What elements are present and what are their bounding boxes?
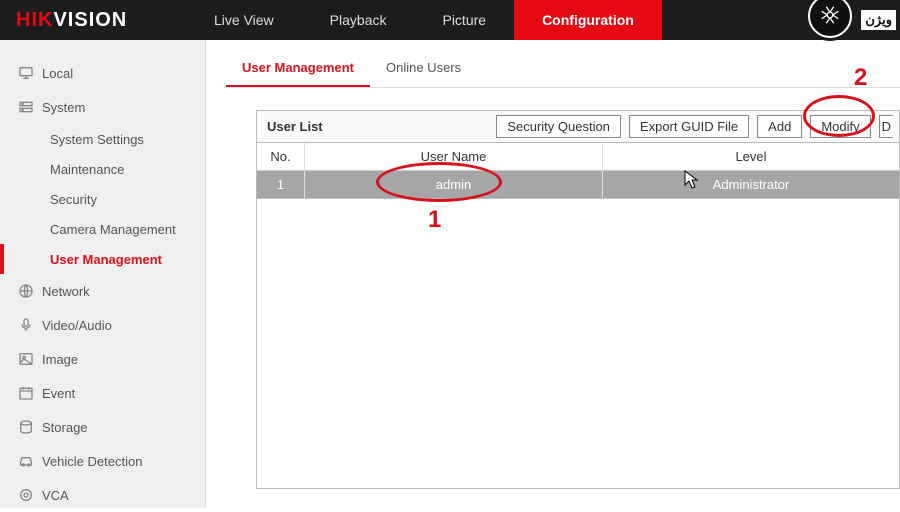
image-icon	[18, 351, 42, 367]
storage-icon	[18, 419, 42, 435]
sidebar-item-label: Image	[42, 352, 78, 367]
user-list-header: User List Security Question Export GUID …	[256, 110, 900, 143]
sidebar-item-label: Event	[42, 386, 75, 401]
sidebar-item-label: VCA	[42, 488, 69, 503]
sidebar-item-label: Local	[42, 66, 73, 81]
subtabs: User Management Online Users	[226, 52, 900, 88]
sidebar-item-vehicle-detection[interactable]: Vehicle Detection	[0, 444, 205, 478]
sidebar-sub-security[interactable]: Security	[0, 184, 205, 214]
sidebar-item-storage[interactable]: Storage	[0, 410, 205, 444]
top-nav-bar: HIKVISION Live View Playback Picture Con…	[0, 0, 900, 40]
system-icon	[18, 99, 42, 115]
col-no[interactable]: No.	[257, 143, 305, 171]
table-header-row: No. User Name Level	[257, 143, 900, 171]
sidebar-item-label: Network	[42, 284, 90, 299]
active-indicator	[0, 244, 4, 274]
sidebar-item-event[interactable]: Event	[0, 376, 205, 410]
cell-username: admin	[305, 171, 603, 199]
sidebar-item-label: Video/Audio	[42, 318, 112, 333]
cell-level: Administrator	[603, 171, 900, 199]
sidebar-item-system[interactable]: System	[0, 90, 205, 124]
sidebar: Local System System Settings Maintenance…	[0, 40, 206, 508]
delete-button-partial[interactable]: D	[879, 115, 893, 138]
table-row[interactable]: 1 admin Administrator	[257, 171, 900, 199]
panel-button-row: Security Question Export GUID File Add M…	[496, 115, 893, 138]
brand-part-hik: HIK	[16, 9, 53, 31]
brand-logo: HIKVISION	[0, 9, 186, 32]
nav-items: Live View Playback Picture Configuration	[186, 0, 662, 40]
calendar-icon	[18, 385, 42, 401]
panel-title: User List	[267, 119, 323, 134]
sidebar-sub-camera-management[interactable]: Camera Management	[0, 214, 205, 244]
vca-icon	[18, 487, 42, 503]
security-question-button[interactable]: Security Question	[496, 115, 621, 138]
sidebar-item-image[interactable]: Image	[0, 342, 205, 376]
nav-picture[interactable]: Picture	[414, 0, 514, 40]
sidebar-sub-maintenance[interactable]: Maintenance	[0, 154, 205, 184]
col-username[interactable]: User Name	[305, 143, 603, 171]
sidebar-item-network[interactable]: Network	[0, 274, 205, 308]
brand-part-vision: VISION	[53, 9, 127, 31]
monitor-icon	[18, 65, 42, 81]
content-area: User Management Online Users User List S…	[206, 40, 900, 508]
nav-live-view[interactable]: Live View	[186, 0, 302, 40]
sidebar-item-label: Security	[50, 192, 97, 207]
sidebar-item-label: System	[42, 100, 85, 115]
sidebar-item-label: User Management	[50, 252, 162, 267]
sidebar-item-label: Camera Management	[50, 222, 176, 237]
modify-button[interactable]: Modify	[810, 115, 870, 138]
sidebar-sub-user-management[interactable]: User Management	[0, 244, 205, 274]
sidebar-item-label: Storage	[42, 420, 88, 435]
export-guid-button[interactable]: Export GUID File	[629, 115, 749, 138]
brand-badge	[808, 0, 852, 38]
table-empty-area	[256, 199, 900, 489]
sidebar-item-label: System Settings	[50, 132, 144, 147]
add-button[interactable]: Add	[757, 115, 802, 138]
spider-icon	[819, 4, 841, 29]
sidebar-item-label: Vehicle Detection	[42, 454, 142, 469]
nav-configuration[interactable]: Configuration	[514, 0, 662, 40]
sidebar-item-label: Maintenance	[50, 162, 124, 177]
sidebar-item-vca[interactable]: VCA	[0, 478, 205, 512]
mic-icon	[18, 317, 42, 333]
subtab-user-management[interactable]: User Management	[226, 52, 370, 87]
nav-playback[interactable]: Playback	[302, 0, 415, 40]
sidebar-item-video-audio[interactable]: Video/Audio	[0, 308, 205, 342]
car-icon	[18, 453, 42, 469]
user-table: No. User Name Level 1 admin Administrato…	[256, 143, 900, 199]
subtab-online-users[interactable]: Online Users	[370, 52, 477, 87]
sidebar-item-local[interactable]: Local	[0, 56, 205, 90]
corner-text: ویژن	[861, 10, 896, 30]
col-level[interactable]: Level	[603, 143, 900, 171]
globe-icon	[18, 283, 42, 299]
cell-no: 1	[257, 171, 305, 199]
sidebar-sub-system-settings[interactable]: System Settings	[0, 124, 205, 154]
